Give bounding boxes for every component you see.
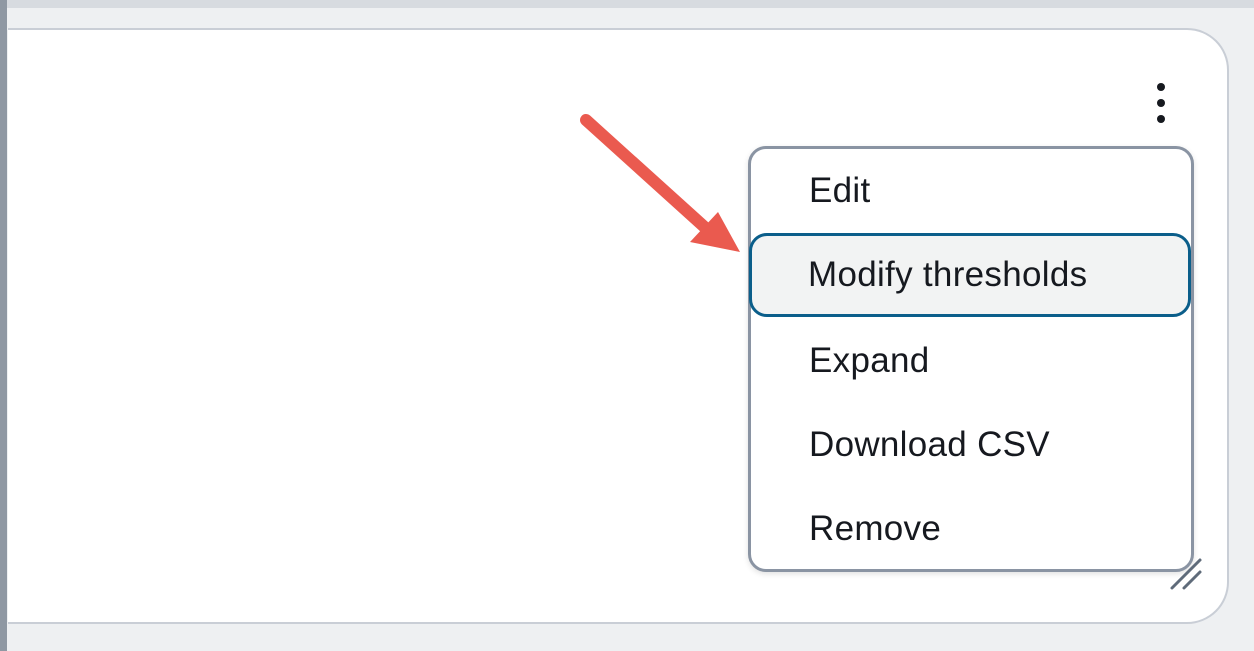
menu-item-label: Remove <box>809 509 942 548</box>
page-background-top <box>0 0 1254 8</box>
menu-item-label: Download CSV <box>809 425 1050 464</box>
menu-item-label: Edit <box>809 171 871 210</box>
menu-item-label: Modify thresholds <box>808 255 1088 294</box>
widget-actions-button[interactable] <box>1146 80 1176 126</box>
menu-item-modify-thresholds[interactable]: Modify thresholds <box>749 233 1191 317</box>
menu-item-remove[interactable]: Remove <box>751 487 1191 571</box>
vertical-ellipsis-icon <box>1155 81 1167 125</box>
annotation-arrow <box>560 100 760 270</box>
menu-item-download-csv[interactable]: Download CSV <box>751 403 1191 487</box>
page-left-border <box>0 0 7 651</box>
menu-item-label: Expand <box>809 341 930 380</box>
widget-actions-menu: Edit Modify thresholds Expand Download C… <box>748 146 1194 572</box>
menu-item-expand[interactable]: Expand <box>751 319 1191 403</box>
menu-item-edit[interactable]: Edit <box>751 149 1191 233</box>
resize-handle-icon[interactable] <box>1166 554 1206 594</box>
